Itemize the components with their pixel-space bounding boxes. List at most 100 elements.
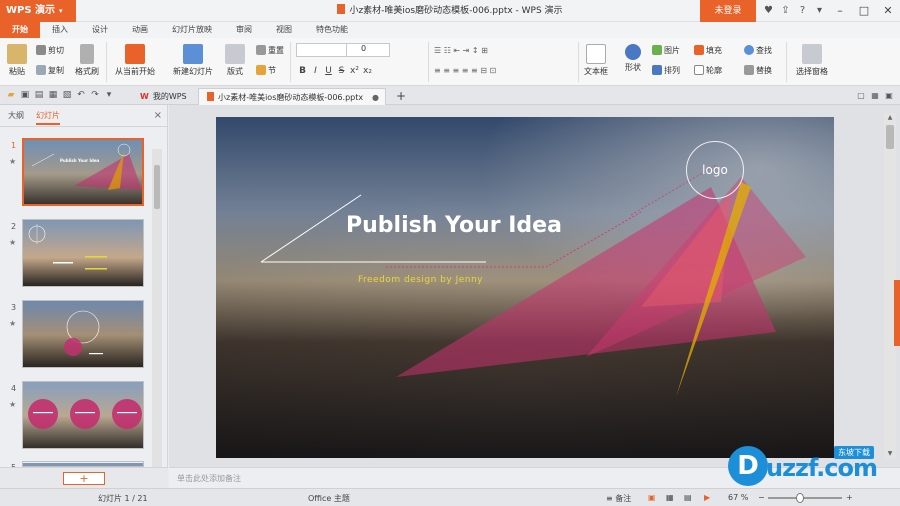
tab-animation[interactable]: 动画 — [120, 22, 160, 38]
picture-button[interactable]: 图片 — [652, 44, 680, 57]
align-buttons[interactable]: ≡ ≡ ≡ ≡ ≡ ⊟ ⊡ — [434, 64, 496, 77]
minimize-icon[interactable]: – — [828, 0, 852, 22]
reading-view-icon[interactable]: ▤ — [684, 493, 692, 502]
tab-slideshow[interactable]: 幻灯片放映 — [160, 22, 224, 38]
preview-icon[interactable]: ▧ — [60, 89, 74, 102]
tab-my-wps[interactable]: W 我的WPS — [132, 88, 192, 105]
tile-icon[interactable]: ▢ — [854, 89, 868, 102]
font-size-input[interactable]: 0 — [346, 43, 390, 57]
copy-button[interactable]: 复制 — [36, 64, 64, 77]
tab-features[interactable]: 特色功能 — [304, 22, 360, 38]
thumbnail-number: 3 — [11, 303, 17, 312]
title-bar: WPS 演示 ▾ 小z素材-唯美ios磨砂动态模板-006.pptx - WPS … — [0, 0, 900, 22]
outline-button[interactable]: 轮廓 — [694, 64, 722, 77]
sorter-view-icon[interactable]: ▦ — [666, 493, 674, 502]
undo-icon[interactable]: ↶ — [74, 89, 88, 102]
slide-thumbnail[interactable]: Publish Your Idea — [22, 138, 144, 206]
unsaved-dot-icon[interactable]: ● — [372, 89, 379, 106]
zoom-slider[interactable] — [768, 497, 842, 499]
format-painter-button[interactable]: 格式刷 — [72, 44, 102, 77]
app-menu-label: WPS 演示 — [6, 5, 56, 16]
replace-button[interactable]: 替换 — [744, 64, 772, 77]
scrollbar-thumb[interactable] — [154, 165, 160, 209]
shape-label: 形状 — [625, 63, 641, 72]
add-slide-button[interactable]: + — [63, 472, 105, 485]
zoom-slider-handle[interactable] — [796, 493, 804, 503]
side-panel-toggle[interactable] — [894, 280, 900, 346]
fill-icon — [694, 45, 704, 55]
tab-slides[interactable]: 幻灯片 — [36, 110, 60, 125]
window-icon[interactable]: ▣ — [882, 89, 896, 102]
notes-toggle[interactable]: ≡ 备注 — [606, 493, 631, 504]
close-icon[interactable]: × — [154, 110, 162, 121]
italic-icon[interactable]: I — [309, 64, 322, 78]
divider — [578, 42, 579, 82]
logo-placeholder[interactable]: logo — [686, 141, 744, 199]
find-button[interactable]: 查找 — [744, 44, 772, 57]
paragraph-list-buttons[interactable]: ☰ ☷ ⇤ ⇥ ↕ ⊞ — [434, 44, 488, 57]
underline-icon[interactable]: U — [322, 64, 335, 78]
bold-icon[interactable]: B — [296, 64, 309, 78]
thumbnail-scrollbar[interactable] — [152, 149, 162, 467]
new-tab-button[interactable]: + — [394, 88, 408, 104]
shape-button[interactable]: 形状 — [620, 44, 646, 73]
reset-button[interactable]: 重置 — [256, 44, 284, 57]
tab-view[interactable]: 视图 — [264, 22, 304, 38]
settings-arrow-icon[interactable]: ▾ — [811, 0, 828, 22]
help-icon[interactable]: ? — [794, 0, 811, 22]
tab-review[interactable]: 审阅 — [224, 22, 264, 38]
tab-insert[interactable]: 插入 — [40, 22, 80, 38]
tab-current-document[interactable]: 小z素材-唯美ios磨砂动态模板-006.pptx ● — [198, 88, 386, 105]
slide-thumbnail[interactable] — [22, 300, 144, 368]
section-button[interactable]: 节 — [256, 64, 276, 77]
tab-design[interactable]: 设计 — [80, 22, 120, 38]
customize-arrow-icon[interactable]: ▾ — [102, 89, 116, 102]
print-icon[interactable]: ▦ — [46, 89, 60, 102]
new-slide-button[interactable]: 新建幻灯片 — [166, 44, 220, 77]
open-folder-icon[interactable]: ▰ — [4, 89, 18, 102]
save-icon[interactable]: ▣ — [18, 89, 32, 102]
layout-button[interactable]: 版式 — [222, 44, 248, 77]
slides-pane: 大纲 幻灯片 × 1 ★ Publish Your Idea 2 ★ 3 ★ 4… — [0, 105, 168, 488]
share-icon[interactable]: ⇪ — [777, 0, 794, 22]
textbox-button[interactable]: 文本框 — [582, 44, 610, 77]
slide-subtitle[interactable]: Freedom design by Jenny — [358, 275, 483, 285]
tab-home[interactable]: 开始 — [0, 22, 40, 38]
zoom-in-icon[interactable]: + — [846, 493, 853, 502]
login-button[interactable]: 未登录 — [700, 0, 756, 22]
thumbnail-3-graphic — [23, 301, 143, 367]
fill-button[interactable]: 填充 — [694, 44, 722, 57]
zoom-level[interactable]: 67 % — [728, 493, 748, 502]
thumbnail-2-graphic — [23, 220, 143, 286]
tab-outline[interactable]: 大纲 — [8, 110, 24, 121]
cut-button[interactable]: 剪切 — [36, 44, 64, 57]
from-current-button[interactable]: 从当前开始 — [110, 44, 160, 77]
scrollbar-thumb[interactable] — [886, 125, 894, 149]
slide-thumbnail[interactable] — [22, 219, 144, 287]
thumbnail-title: Publish Your Idea — [60, 158, 100, 163]
app-menu-button[interactable]: WPS 演示 ▾ — [0, 0, 76, 22]
current-slide[interactable]: logo Publish Your Idea Freedom design by… — [216, 117, 834, 458]
close-icon[interactable]: ✕ — [876, 0, 900, 22]
slide-title[interactable]: Publish Your Idea — [346, 213, 562, 238]
select-pane-label: 选择窗格 — [796, 67, 828, 76]
paste-button[interactable]: 粘贴 — [4, 44, 30, 77]
redo-icon[interactable]: ↷ — [88, 89, 102, 102]
grid-icon[interactable]: ▦ — [868, 89, 882, 102]
picture-label: 图片 — [664, 46, 680, 55]
from-current-label: 从当前开始 — [115, 67, 155, 76]
slide-thumbnail[interactable] — [22, 381, 144, 449]
normal-view-icon[interactable]: ▣ — [648, 493, 656, 502]
theme-name: Office 主题 — [308, 494, 350, 503]
new-file-icon[interactable]: ▤ — [32, 89, 46, 102]
maximize-icon[interactable]: □ — [852, 0, 876, 22]
play-icon[interactable]: ▶ — [704, 493, 710, 502]
select-pane-button[interactable]: 选择窗格 — [792, 44, 832, 77]
arrange-button[interactable]: 排列 — [652, 64, 680, 77]
zoom-out-icon[interactable]: − — [758, 493, 765, 502]
skin-icon[interactable]: ♥ — [760, 0, 777, 22]
subscript-icon[interactable]: x₂ — [361, 64, 374, 78]
scroll-up-icon[interactable]: ▲ — [884, 113, 896, 123]
superscript-icon[interactable]: x² — [348, 64, 361, 78]
strikethrough-icon[interactable]: S — [335, 64, 348, 78]
